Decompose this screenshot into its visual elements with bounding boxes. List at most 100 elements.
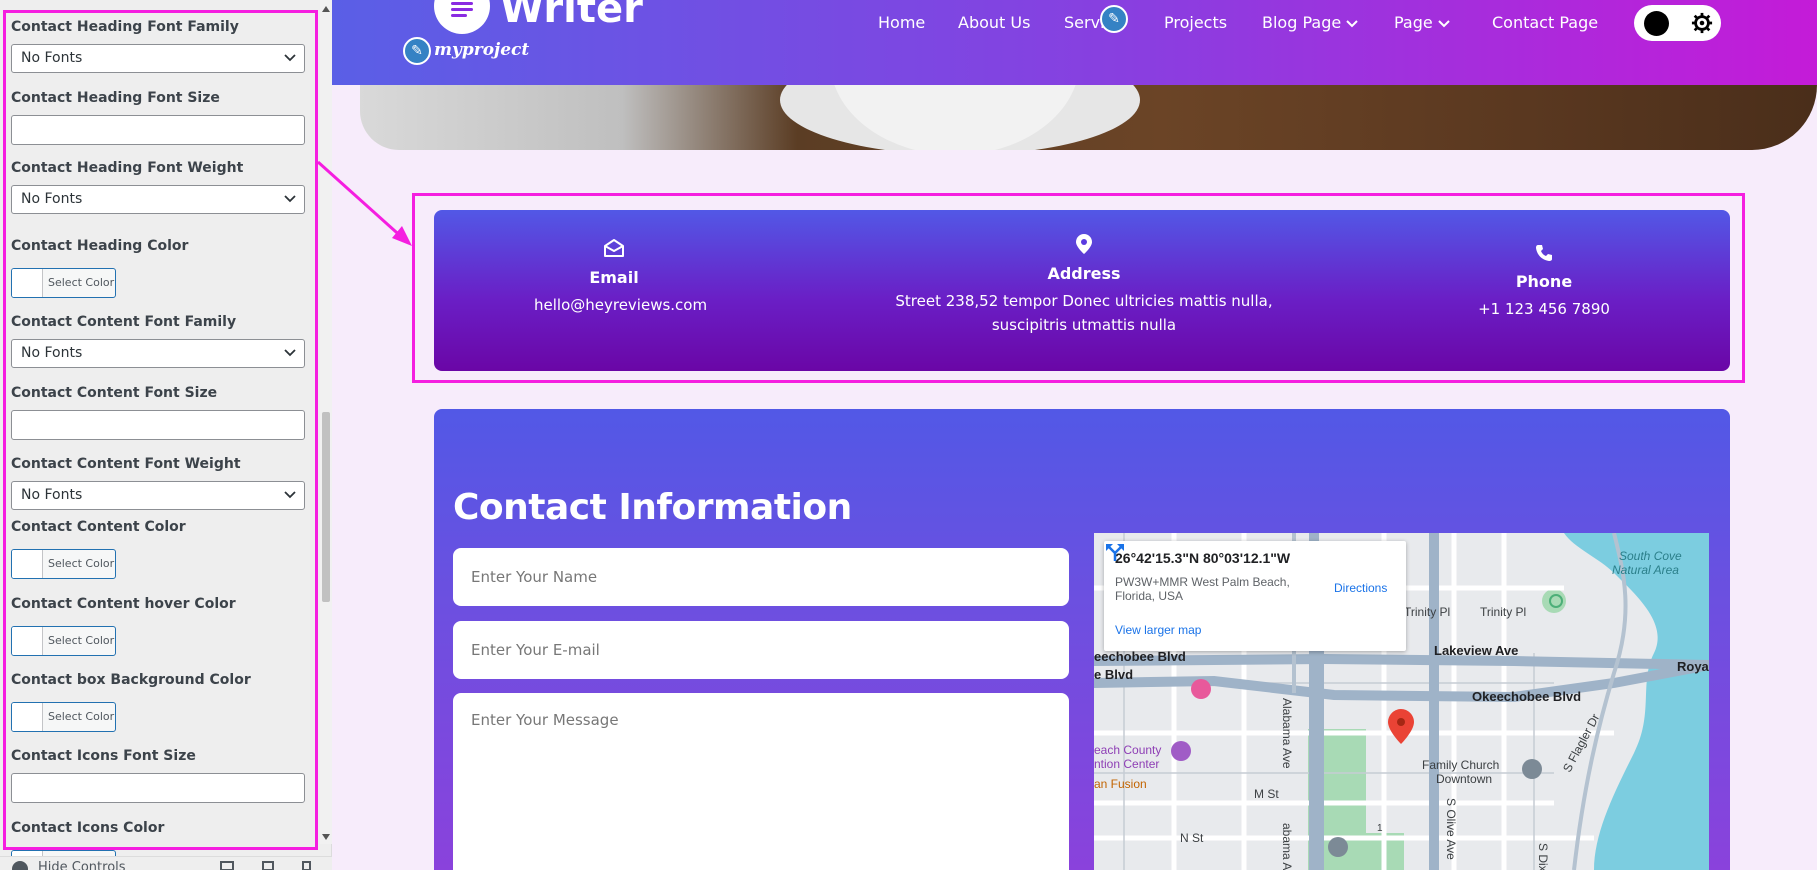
map-label-olive: S Olive Ave bbox=[1444, 798, 1458, 860]
hide-controls-button[interactable]: Hide Controls bbox=[38, 860, 126, 870]
nav-contact-page[interactable]: Contact Page bbox=[1492, 13, 1598, 32]
phone-icon bbox=[1536, 245, 1552, 261]
control-title: Contact Icons Color bbox=[11, 820, 165, 836]
mobile-preview-icon[interactable] bbox=[302, 861, 311, 870]
contact-heading-font-size-input[interactable] bbox=[11, 115, 305, 145]
nav-services[interactable]: Servi bbox=[1064, 13, 1105, 32]
select-value: No Fonts bbox=[21, 345, 83, 361]
phone-info: Phone +1 123 456 7890 bbox=[1464, 244, 1624, 321]
map-label-alabama-1: Alabama Ave bbox=[1280, 698, 1294, 769]
gear-icon bbox=[1691, 12, 1713, 34]
control-contact-content-color: Contact Content Color Select Color bbox=[0, 519, 316, 589]
contact-content-font-family-select[interactable]: No Fonts bbox=[11, 339, 305, 368]
contact-heading-font-family-select[interactable]: No Fonts bbox=[11, 44, 305, 73]
map-label-royal: Royal bbox=[1677, 659, 1709, 674]
message-textarea[interactable] bbox=[453, 693, 1069, 870]
control-contact-icons-color: Contact Icons ColorSelect Color bbox=[0, 820, 316, 856]
contact-content-font-weight-select[interactable]: No Fonts bbox=[11, 481, 305, 510]
customizer-controls-panel[interactable]: Contact Heading Font Family No Fonts Conta… bbox=[0, 0, 332, 856]
control-contact-box-background-color: Contact box Background Color Select Color bbox=[0, 672, 316, 742]
email-text[interactable]: hello@heyreviews.com bbox=[534, 293, 707, 317]
control-contact-heading-font-family: Contact Heading Font Family No Fonts bbox=[0, 19, 316, 89]
address-line-2: suscipitris utmattis nulla bbox=[991, 316, 1177, 334]
control-title: Contact Heading Color bbox=[11, 238, 189, 254]
chevron-down-icon bbox=[284, 195, 296, 203]
map-label-dixie: S Dixie bbox=[1536, 843, 1550, 870]
address-text: Street 238,52 tempor Donec ultricies mat… bbox=[884, 289, 1284, 337]
dark-mode-toggle[interactable] bbox=[1634, 5, 1721, 41]
email-input[interactable] bbox=[453, 621, 1069, 679]
control-title: Contact Heading Font Weight bbox=[11, 160, 244, 176]
map-label-center: ntion Center bbox=[1094, 757, 1160, 771]
site-title[interactable]: Writer bbox=[500, 0, 643, 32]
nav-projects[interactable]: Projects bbox=[1164, 13, 1227, 32]
chevron-down-icon bbox=[284, 54, 296, 62]
scroll-down-arrow-icon[interactable] bbox=[322, 834, 330, 840]
chevron-down-icon bbox=[1346, 19, 1358, 27]
control-contact-icons-font-size: Contact Icons Font Size bbox=[0, 748, 316, 818]
toggle-knob bbox=[1644, 11, 1669, 36]
control-title: Contact Heading Font Family bbox=[11, 19, 239, 35]
map-label-south-cove: South Cove bbox=[1619, 549, 1682, 563]
view-larger-map-link[interactable]: View larger map bbox=[1115, 623, 1201, 637]
control-contact-content-font-weight: Contact Content Font Weight No Fonts bbox=[0, 456, 316, 526]
nav-page[interactable]: Page bbox=[1394, 13, 1451, 32]
color-swatch bbox=[12, 550, 43, 578]
nav-page-label: Page bbox=[1394, 13, 1433, 32]
scrollbar-thumb[interactable] bbox=[322, 412, 330, 602]
directions-link[interactable]: Directions bbox=[1334, 581, 1387, 595]
control-contact-heading-font-weight: Contact Heading Font Weight No Fonts bbox=[0, 160, 316, 230]
contact-box-background-color-button[interactable]: Select Color bbox=[11, 702, 116, 732]
map-label-trinity-east: Trinity Pl bbox=[1480, 605, 1527, 619]
contact-heading-font-weight-select[interactable]: No Fonts bbox=[11, 185, 305, 214]
control-contact-content-hover-color: Contact Content hover Color Select Color bbox=[0, 596, 316, 666]
map-label-downtown: Downtown bbox=[1436, 772, 1493, 786]
customizer-sidebar: Contact Heading Font Family No Fonts Conta… bbox=[0, 0, 332, 870]
map-label-trinity-west: Trinity Pl bbox=[1404, 605, 1451, 619]
contact-heading-color-button[interactable]: Select Color bbox=[11, 268, 116, 298]
address-title: Address bbox=[1047, 264, 1121, 283]
desktop-preview-icon[interactable] bbox=[220, 861, 234, 870]
select-value: No Fonts bbox=[21, 191, 83, 207]
contact-content-font-size-input[interactable] bbox=[11, 410, 305, 440]
nav-blog-page[interactable]: Blog Page bbox=[1262, 13, 1359, 32]
sidebar-scrollbar[interactable] bbox=[320, 0, 332, 844]
map-label-county: each County bbox=[1094, 743, 1162, 757]
select-value: No Fonts bbox=[21, 487, 83, 503]
map-label-fusion: an Fusion bbox=[1094, 777, 1147, 791]
edit-pencil-icon[interactable]: ✎ bbox=[1100, 5, 1128, 33]
name-input[interactable] bbox=[453, 548, 1069, 606]
phone-text[interactable]: +1 123 456 7890 bbox=[1464, 297, 1624, 321]
directions-icon[interactable] bbox=[1104, 541, 1126, 563]
control-title: Contact Heading Font Size bbox=[11, 90, 220, 106]
hide-controls-icon[interactable] bbox=[12, 861, 28, 870]
scroll-up-arrow-icon[interactable] bbox=[322, 6, 330, 12]
select-color-label: Select Color bbox=[48, 557, 115, 570]
control-title: Contact Content Font Size bbox=[11, 385, 218, 401]
edit-pencil-icon[interactable]: ✎ bbox=[403, 37, 431, 65]
control-title: Contact Content Font Weight bbox=[11, 456, 241, 472]
tablet-preview-icon[interactable] bbox=[262, 861, 274, 870]
control-contact-heading-color: Contact Heading Color Select Color bbox=[0, 238, 316, 308]
map-label-n-st: N St bbox=[1180, 831, 1204, 845]
logo-icon[interactable] bbox=[434, 0, 490, 34]
envelope-open-icon bbox=[604, 239, 624, 257]
map-address: PW3W+MMR West Palm Beach, Florida, USA bbox=[1115, 575, 1290, 603]
map-label-lakeview: Lakeview Ave bbox=[1434, 643, 1519, 658]
control-title: Contact Content hover Color bbox=[11, 596, 236, 612]
control-title: Contact Content Font Family bbox=[11, 314, 237, 330]
map-label-route: 1 bbox=[1377, 823, 1383, 834]
contact-icons-font-size-input[interactable] bbox=[11, 773, 305, 803]
contact-form-heading: Contact Information bbox=[453, 487, 852, 528]
chevron-down-icon bbox=[284, 491, 296, 499]
control-contact-heading-font-size: Contact Heading Font Size bbox=[0, 90, 316, 160]
site-tagline: myproject bbox=[434, 40, 530, 60]
map-label-blvd: e Blvd bbox=[1094, 667, 1134, 682]
control-contact-content-font-family: Contact Content Font Family No Fonts bbox=[0, 314, 316, 384]
site-header: Writer ✎ myproject Home About Us Servi ✎… bbox=[332, 0, 1817, 85]
nav-home[interactable]: Home bbox=[878, 13, 925, 32]
embedded-map[interactable]: Trinity Pl Trinity Pl South Cove Natural… bbox=[1094, 533, 1709, 870]
contact-content-color-button[interactable]: Select Color bbox=[11, 549, 116, 579]
nav-about-us[interactable]: About Us bbox=[958, 13, 1030, 32]
contact-content-hover-color-button[interactable]: Select Color bbox=[11, 626, 116, 656]
